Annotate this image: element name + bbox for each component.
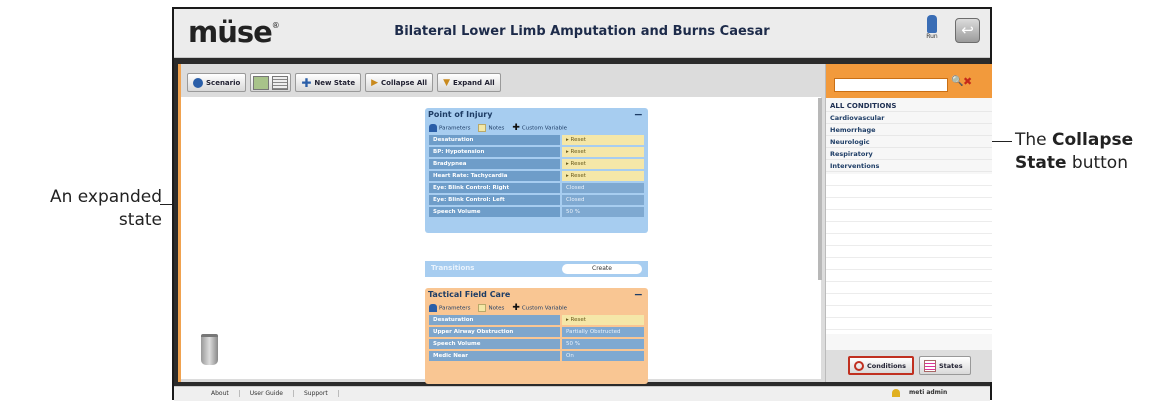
search-bar: 🔍 ✖ [826,64,992,98]
custom-variable-button[interactable]: ✚ Custom Variable [512,123,567,133]
notes-icon [478,123,487,132]
state-tabs: Parameters Notes ✚ Custom Variable [429,122,567,133]
parameter-row[interactable]: Heart Rate: Tachycardia ▸ Reset [429,171,644,181]
plus-icon: ✚ [512,122,520,133]
tab-states[interactable]: States [919,356,971,375]
app-window: müse® Bilateral Lower Limb Amputation an… [172,7,992,401]
clear-icon[interactable]: ✖ [963,75,972,88]
list-item[interactable]: Respiratory [826,148,992,160]
parameters-icon [429,303,437,312]
state-tabs: Parameters Notes ✚ Custom Variable [429,302,567,313]
footer-link-support[interactable]: Support [294,390,339,397]
list-item[interactable]: Cardiovascular [826,112,992,124]
expand-all-button[interactable]: ▼ Expand All [437,73,501,92]
parameter-row[interactable]: Desaturation ▸ Reset [429,135,644,145]
collapse-state-button[interactable]: − [634,108,643,121]
scenario-workarea: Scenario ✚ New State ▶ Collapse All ▼ Expan… [178,64,992,384]
create-transition-button[interactable]: Create [562,264,642,274]
parameter-list: Desaturation ▸ Reset Upper Airway Obstruc… [429,315,644,363]
canvas-scrollbar[interactable] [818,98,822,280]
run-icon [927,15,937,33]
title-bar: müse® Bilateral Lower Limb Amputation an… [174,9,990,58]
grid-view-icon[interactable] [253,75,270,90]
collapse-icon: ▶ [371,77,379,88]
conditions-icon [854,360,864,371]
scenario-button[interactable]: Scenario [187,73,247,92]
state-card-tactical-field-care[interactable]: Tactical Field Care − Parameters Notes ✚… [425,288,648,384]
panel-tabs: Conditions States [826,350,992,382]
parameters-icon [429,123,437,132]
notes-tab[interactable]: Notes [478,303,504,312]
collapse-all-button[interactable]: ▶ Collapse All [365,73,434,92]
conditions-panel: 🔍 ✖ ALL CONDITIONS Cardiovascular Hemorr… [825,64,992,382]
list-item[interactable]: Interventions [826,160,992,172]
states-icon [924,359,936,372]
footer-link-user-guide[interactable]: User Guide [240,390,294,397]
collapse-callout: The Collapse State button [1015,130,1134,173]
scenario-title: Bilateral Lower Limb Amputation and Burn… [394,24,770,39]
search-icon[interactable]: 🔍 [951,76,963,87]
footer-links: About User Guide Support [201,390,339,397]
tab-conditions[interactable]: Conditions [848,356,914,375]
parameter-row[interactable]: Eye: Blink Control: Right Closed [429,183,644,193]
custom-variable-button[interactable]: ✚ Custom Variable [512,303,567,313]
state-title: Point of Injury [428,110,493,119]
parameter-row[interactable]: Medic Near On [429,351,644,361]
parameter-row[interactable]: Bradypnea ▸ Reset [429,159,644,169]
conditions-list: ALL CONDITIONS Cardiovascular Hemorrhage… [826,100,992,172]
current-user[interactable]: meti admin [899,389,947,396]
parameter-row[interactable]: Upper Airway Obstruction Partially Obstru… [429,327,644,337]
state-title: Tactical Field Care [428,290,511,299]
notes-tab[interactable]: Notes [478,123,504,132]
list-item[interactable]: Hemorrhage [826,124,992,136]
parameter-row[interactable]: Eye: Blink Control: Left Closed [429,195,644,205]
footer: About User Guide Support meti admin [174,386,990,401]
list-item[interactable]: ALL CONDITIONS [826,100,992,112]
conditions-list-empty-rows [826,174,992,334]
transitions-bar: Transitions Create [425,261,648,277]
parameter-list: Desaturation ▸ Reset BP: Hypotension ▸ Res… [429,135,644,219]
parameters-tab[interactable]: Parameters [429,123,470,132]
parameter-row[interactable]: Desaturation ▸ Reset [429,315,644,325]
footer-link-about[interactable]: About [201,390,240,397]
list-view-icon[interactable] [272,75,289,90]
expand-icon: ▼ [443,77,450,88]
plus-icon: ✚ [301,75,312,90]
expanded-callout: An expanded state [49,187,162,230]
parameters-tab[interactable]: Parameters [429,303,470,312]
new-state-button[interactable]: ✚ New State [295,73,362,92]
toolbar: Scenario ✚ New State ▶ Collapse All ▼ Expan… [187,73,501,92]
notes-icon [478,303,487,312]
return-icon: ↩ [961,21,974,39]
list-item[interactable]: Neurologic [826,136,992,148]
view-toggle [250,73,292,92]
plus-icon: ✚ [512,302,520,313]
parameter-row[interactable]: Speech Volume 50 % [429,339,644,349]
parameter-row[interactable]: Speech Volume 50 % [429,207,644,217]
run-button[interactable]: Run [922,15,942,40]
state-card-point-of-injury[interactable]: Point of Injury − Parameters Notes ✚ Cust… [425,108,648,277]
search-input[interactable] [834,78,948,92]
scenario-icon [193,77,203,88]
trash-icon[interactable] [201,334,218,365]
parameter-row[interactable]: BP: Hypotension ▸ Reset [429,147,644,157]
collapse-state-button[interactable]: − [634,288,643,301]
exit-button[interactable]: ↩ [955,18,980,43]
